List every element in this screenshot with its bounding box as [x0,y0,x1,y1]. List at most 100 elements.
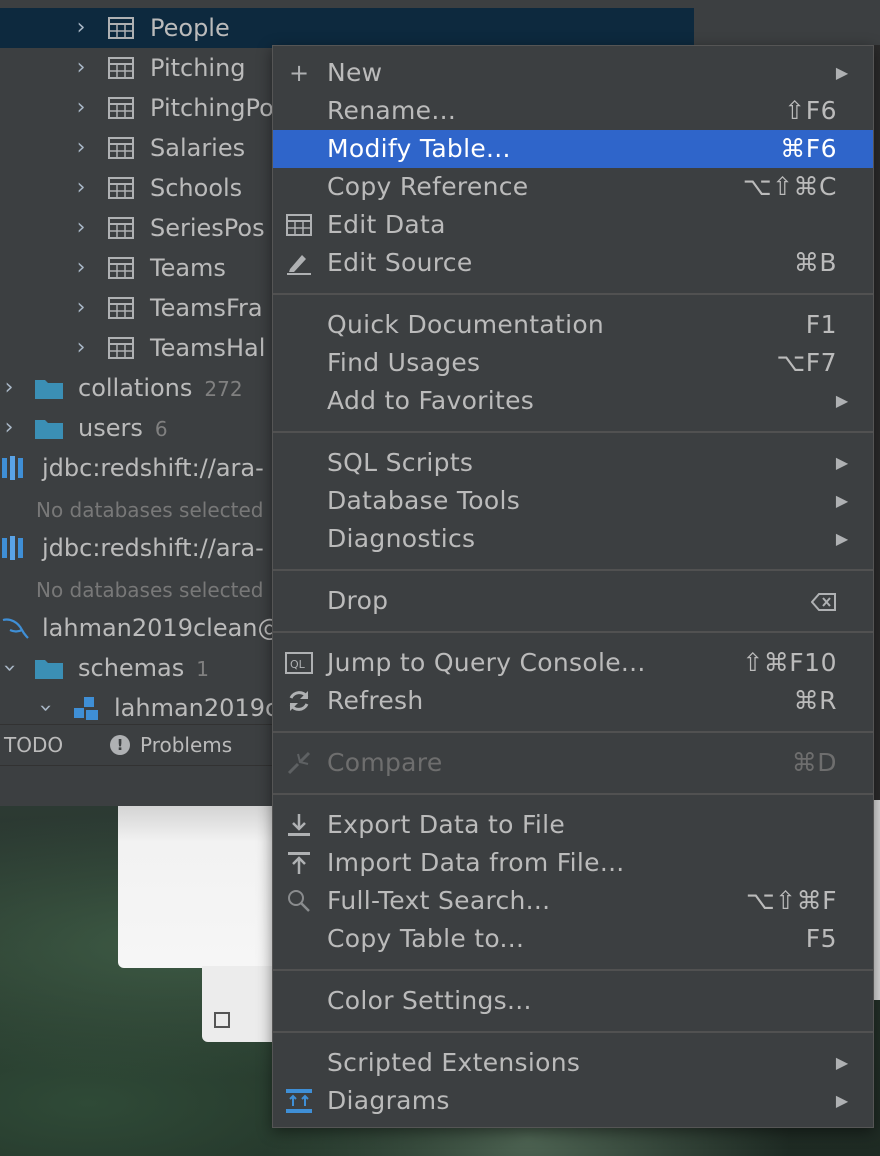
shortcut: F1 [805,310,837,339]
folder-icon [35,660,63,679]
menu-item-find-usages[interactable]: Find Usages ⌥F7 [273,344,873,382]
table-icon [108,17,134,39]
menu-separator [273,431,873,433]
submenu-arrow-icon: ▶ [835,529,849,548]
table-icon [108,177,134,199]
menu-separator [273,293,873,295]
chevron-down-icon[interactable]: › [25,699,65,717]
shortcut: ⌥⇧⌘C [742,172,837,201]
shortcut: F5 [805,924,837,953]
shortcut: ⌘F6 [780,134,837,163]
menu-item-compare[interactable]: Compare ⌘D [273,744,873,782]
background-dialog-window [118,800,288,968]
table-icon [108,217,134,239]
tree-item-label: TeamsFra [150,294,263,322]
menu-item-refresh[interactable]: Refresh ⌘R [273,682,873,720]
chevron-right-icon[interactable]: › [72,88,90,128]
chevron-right-icon[interactable]: › [72,328,90,368]
menu-item-quick-documentation[interactable]: Quick Documentation F1 [273,306,873,344]
chevron-right-icon[interactable]: › [0,368,18,408]
submenu-arrow-icon: ▶ [835,453,849,472]
menu-item-full-text-search[interactable]: Full-Text Search... ⌥⇧⌘F [273,882,873,920]
shortcut: ⌘D [791,748,837,777]
shortcut: ⌘R [793,686,837,715]
tree-item-label: schemas 1 [78,654,209,682]
tree-item-table-people[interactable]: › People [0,8,694,48]
menu-item-jump-to-query-console[interactable]: QL Jump to Query Console... ⇧⌘F10 [273,644,873,682]
tree-item-label: PitchingPo [150,94,274,122]
submenu-arrow-icon: ▶ [835,63,849,82]
table-icon [108,337,134,359]
tree-item-label: lahman2019clean@ [42,614,282,642]
menu-item-edit-data[interactable]: Edit Data [273,206,873,244]
menu-separator [273,731,873,733]
menu-item-scripted-extensions[interactable]: Scripted Extensions ▶ [273,1044,873,1082]
tree-item-label: TeamsHal [150,334,266,362]
copy-icon [214,1012,230,1028]
table-icon [108,137,134,159]
menu-item-add-to-favorites[interactable]: Add to Favorites ▶ [273,382,873,420]
submenu-arrow-icon: ▶ [835,391,849,410]
refresh-icon [285,688,313,714]
table-icon [108,57,134,79]
menu-item-modify-table[interactable]: Modify Table... ⌘F6 [273,130,873,168]
submenu-arrow-icon: ▶ [835,1053,849,1072]
chevron-right-icon[interactable]: › [72,8,90,48]
chevron-right-icon[interactable]: › [0,408,18,448]
plus-icon: + [288,59,310,87]
problems-icon: ! [110,735,130,755]
tree-item-label: collations 272 [78,374,243,402]
folder-icon [35,420,63,439]
chevron-right-icon[interactable]: › [72,288,90,328]
menu-item-rename[interactable]: Rename... ⇧F6 [273,92,873,130]
chevron-right-icon[interactable]: › [72,128,90,168]
ide-editor-area [694,0,880,45]
menu-item-edit-source[interactable]: Edit Source ⌘B [273,244,873,282]
chevron-right-icon[interactable]: › [72,208,90,248]
tree-item-label: lahman2019c [114,694,279,722]
table-icon [108,297,134,319]
chevron-down-icon[interactable]: › [0,659,29,677]
menu-item-import-data[interactable]: Import Data from File... [273,844,873,882]
menu-item-diagrams[interactable]: Diagrams ▶ [273,1082,873,1120]
item-count: 6 [154,417,168,441]
folder-icon [35,380,63,399]
menu-separator [273,569,873,571]
chevron-right-icon[interactable]: › [72,48,90,88]
diagram-icon [285,1088,313,1114]
chevron-right-icon[interactable]: › [72,168,90,208]
table-icon [108,97,134,119]
menu-item-export-data[interactable]: Export Data to File [273,806,873,844]
table-icon [285,212,313,238]
mysql-dolphin-icon [2,618,29,639]
item-count: 272 [204,377,243,401]
submenu-arrow-icon: ▶ [835,491,849,510]
tab-problems[interactable]: Problems [140,725,232,765]
query-console-icon: QL [285,650,313,676]
delete-key-icon [810,582,837,620]
menu-item-copy-reference[interactable]: Copy Reference ⌥⇧⌘C [273,168,873,206]
tab-todo[interactable]: TODO [4,725,63,765]
menu-item-sql-scripts[interactable]: SQL Scripts ▶ [273,444,873,482]
pencil-icon [285,250,313,276]
menu-item-drop[interactable]: Drop [273,582,873,620]
no-databases-message: No databases selected [36,498,264,522]
menu-item-color-settings[interactable]: Color Settings... [273,982,873,1020]
search-icon [285,888,313,914]
tree-item-label: People [150,14,230,42]
menu-item-new[interactable]: + New ▶ [273,54,873,92]
redshift-datasource-icon [2,456,23,480]
menu-item-diagnostics[interactable]: Diagnostics ▶ [273,520,873,558]
menu-item-database-tools[interactable]: Database Tools ▶ [273,482,873,520]
tree-item-label: users 6 [78,414,168,442]
context-menu: + New ▶ Rename... ⇧F6 Modify Table... ⌘F… [272,45,874,1128]
upload-icon [285,850,313,876]
shortcut: ⌥F7 [776,348,837,377]
no-databases-message: No databases selected [36,578,264,602]
menu-item-copy-table[interactable]: Copy Table to... F5 [273,920,873,958]
tree-item-label: jdbc:redshift://ara- [42,454,264,482]
shortcut: ⇧⌘F10 [742,648,837,677]
svg-text:QL: QL [290,658,306,671]
chevron-right-icon[interactable]: › [72,248,90,288]
shortcut: ⌥⇧⌘F [745,886,837,915]
